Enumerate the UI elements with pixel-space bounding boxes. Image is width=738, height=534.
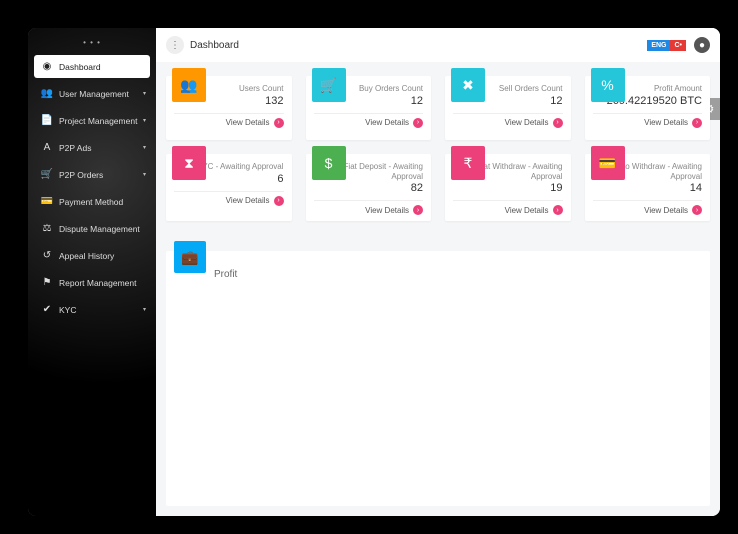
arrow-right-icon: › (413, 205, 423, 215)
lang-alt-button[interactable]: C• (670, 40, 686, 51)
stat-card: %Profit Amount269.42219520 BTCView Detai… (585, 76, 711, 140)
view-details-link[interactable]: View Details (644, 118, 688, 127)
user-avatar[interactable]: ● (694, 37, 710, 53)
project-management-icon: 📄 (40, 115, 54, 126)
arrow-right-icon: › (553, 118, 563, 128)
view-details-link[interactable]: View Details (226, 118, 270, 127)
sidebar-item-report-management[interactable]: ⚑ Report Management (34, 271, 150, 294)
stat-card-icon: ✖ (462, 77, 474, 94)
stat-card-icon: % (601, 77, 613, 93)
stat-card: 🛒Buy Orders Count12View Details› (306, 76, 432, 140)
stat-card-icon: 👥 (180, 77, 197, 94)
chevron-down-icon: ▾ (143, 117, 146, 124)
chevron-down-icon: ▾ (143, 306, 146, 313)
stat-card: ✖Sell Orders Count12View Details› (445, 76, 571, 140)
main-area: ⋮ Dashboard ENG C• ● ⚙ 👥Users Count132Vi… (156, 28, 720, 516)
stats-cards-grid: 👥Users Count132View Details›🛒Buy Orders … (156, 62, 720, 227)
p2p-ads-icon: A (40, 142, 54, 153)
more-button[interactable]: ⋮ (166, 36, 184, 54)
arrow-right-icon: › (274, 118, 284, 128)
sidebar-item-label: User Management (59, 89, 129, 99)
view-details-link[interactable]: View Details (644, 206, 688, 215)
stat-card-tile: ✖ (451, 68, 485, 102)
sidebar-item-payment-method[interactable]: 💳 Payment Method (34, 190, 150, 213)
topbar: ⋮ Dashboard ENG C• ● (156, 28, 720, 62)
stat-card: ₹Fiat Withdraw - Awaiting Approval19View… (445, 154, 571, 221)
sidebar-item-label: P2P Orders (59, 170, 103, 180)
p2p-orders-icon: 🛒 (40, 169, 54, 180)
stat-card-tile: 🛒 (312, 68, 346, 102)
sidebar-item-project-management[interactable]: 📄 Project Management ▾ (34, 109, 150, 132)
stat-card: $Fiat Deposit - Awaiting Approval82View … (306, 154, 432, 221)
user-management-icon: 👥 (40, 88, 54, 99)
stat-card-icon: 🛒 (320, 77, 337, 94)
profit-tile: 💼 (174, 241, 206, 273)
stat-card: 👥Users Count132View Details› (166, 76, 292, 140)
arrow-right-icon: › (692, 205, 702, 215)
stat-card-tile: % (591, 68, 625, 102)
stat-card: 💳Crypto Withdraw - Awaiting Approval14Vi… (585, 154, 711, 221)
breadcrumb: Dashboard (190, 40, 239, 51)
view-details-link[interactable]: View Details (226, 196, 270, 205)
stat-card-tile: ₹ (451, 146, 485, 180)
sidebar: • • • ◉ Dashboard 👥 User Management ▾ 📄 Projec… (28, 28, 156, 516)
view-details-link[interactable]: View Details (365, 206, 409, 215)
person-icon: ● (699, 40, 705, 51)
sidebar-item-p2p-ads[interactable]: A P2P Ads ▾ (34, 136, 150, 159)
view-details-link[interactable]: View Details (365, 118, 409, 127)
app-frame: • • • ◉ Dashboard 👥 User Management ▾ 📄 Projec… (28, 28, 720, 516)
appeal-history-icon: ↺ (40, 250, 54, 261)
report-management-icon: ⚑ (40, 277, 54, 288)
payment-method-icon: 💳 (40, 196, 54, 207)
chevron-down-icon: ▾ (143, 171, 146, 178)
dashboard-icon: ◉ (40, 61, 54, 72)
sidebar-item-label: Dispute Management (59, 224, 140, 234)
stat-card-icon: 💳 (599, 155, 616, 172)
stat-card-tile: $ (312, 146, 346, 180)
stat-card-value: 82 (314, 182, 424, 194)
chevron-down-icon: ▾ (143, 144, 146, 151)
sidebar-item-label: Appeal History (59, 251, 114, 261)
stat-card-tile: ⧗ (172, 146, 206, 180)
sidebar-item-label: Report Management (59, 278, 137, 288)
sidebar-item-dispute-management[interactable]: ⚖ Dispute Management (34, 217, 150, 240)
sidebar-item-label: Payment Method (59, 197, 123, 207)
stat-card-tile: 👥 (172, 68, 206, 102)
arrow-right-icon: › (274, 196, 284, 206)
arrow-right-icon: › (692, 118, 702, 128)
stat-card-icon: ⧗ (184, 155, 194, 172)
kyc-icon: ✔ (40, 304, 54, 315)
arrow-right-icon: › (413, 118, 423, 128)
sidebar-item-label: Project Management (59, 116, 137, 126)
stat-card-icon: ₹ (464, 155, 473, 172)
lang-eng-button[interactable]: ENG (647, 40, 670, 51)
sidebar-item-kyc[interactable]: ✔ KYC ▾ (34, 298, 150, 321)
language-switch: ENG C• (647, 40, 686, 51)
profit-panel: 💼 Profit (166, 251, 710, 506)
view-details-link[interactable]: View Details (505, 206, 549, 215)
sidebar-item-p2p-orders[interactable]: 🛒 P2P Orders ▾ (34, 163, 150, 186)
stat-card-value: 19 (453, 182, 563, 194)
sidebar-item-appeal-history[interactable]: ↺ Appeal History (34, 244, 150, 267)
briefcase-icon: 💼 (181, 249, 198, 266)
chevron-down-icon: ▾ (143, 90, 146, 97)
stat-card-value: 14 (593, 182, 703, 194)
profit-title: Profit (214, 269, 700, 280)
sidebar-nav: ◉ Dashboard 👥 User Management ▾ 📄 Project Mana… (28, 55, 156, 321)
dispute-management-icon: ⚖ (40, 223, 54, 234)
sidebar-item-dashboard[interactable]: ◉ Dashboard (34, 55, 150, 78)
arrow-right-icon: › (553, 205, 563, 215)
stat-card: ⧗KYC - Awaiting Approval6View Details› (166, 154, 292, 221)
view-details-link[interactable]: View Details (505, 118, 549, 127)
sidebar-item-label: P2P Ads (59, 143, 91, 153)
sidebar-item-user-management[interactable]: 👥 User Management ▾ (34, 82, 150, 105)
sidebar-item-label: KYC (59, 305, 76, 315)
stat-card-tile: 💳 (591, 146, 625, 180)
sidebar-item-label: Dashboard (59, 62, 101, 72)
stat-card-icon: $ (325, 155, 333, 171)
brand-logo: • • • (28, 28, 156, 55)
